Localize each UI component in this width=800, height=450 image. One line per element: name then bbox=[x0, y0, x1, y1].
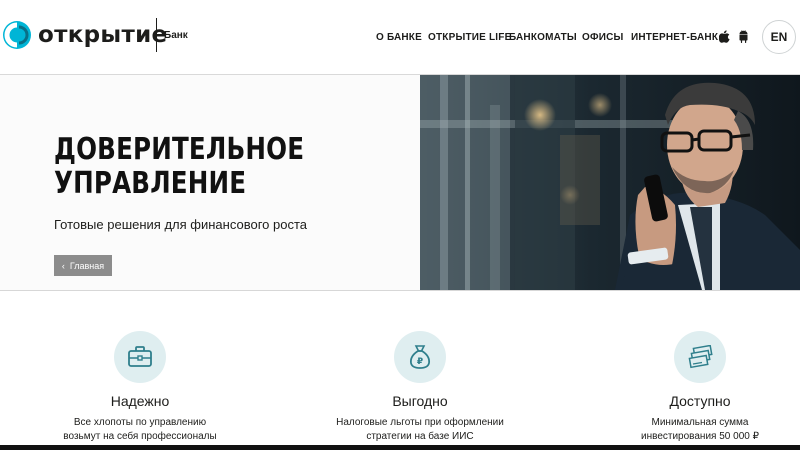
main-nav: О БАНКЕ ОТКРЫТИЕ LIFE БАНКОМАТЫ ОФИСЫ ИН… bbox=[0, 32, 800, 46]
feature-title: Надежно bbox=[110, 393, 170, 409]
hero-photo-businessman bbox=[420, 75, 800, 290]
chevron-left-icon: ‹ bbox=[61, 260, 65, 271]
site-header: открытие Банк О БАНКЕ ОТКРЫТИЕ LIFE БАНК… bbox=[0, 0, 800, 75]
apple-icon[interactable] bbox=[718, 30, 730, 48]
money-bag-icon: ₽ bbox=[394, 331, 446, 383]
svg-text:₽: ₽ bbox=[417, 357, 423, 367]
feature-description: Минимальная сумма инвестирования 50 000 … bbox=[590, 416, 800, 444]
nav-otkrytie-life[interactable]: ОТКРЫТИЕ LIFE bbox=[428, 32, 511, 43]
page-title: ДОВЕРИТЕЛЬНОЕ УПРАВЛЕНИЕ bbox=[54, 133, 349, 201]
feature-description-line: Налоговые льготы при оформлении bbox=[336, 417, 504, 428]
language-switch-button[interactable]: EN bbox=[762, 20, 796, 54]
bottom-edge-bar bbox=[0, 445, 800, 450]
feature-description-line: возьмут на себя профессионалы bbox=[63, 431, 217, 442]
page-title-line-2: УПРАВЛЕНИЕ bbox=[54, 166, 247, 201]
feature-description-line: Минимальная сумма bbox=[651, 417, 749, 428]
back-to-main-button[interactable]: ‹ Главная bbox=[54, 255, 112, 276]
feature-title: Выгодно bbox=[392, 393, 448, 409]
briefcase-icon bbox=[114, 331, 166, 383]
money-stack-icon bbox=[674, 331, 726, 383]
nav-about-bank[interactable]: О БАНКЕ bbox=[376, 32, 422, 43]
feature-title: Доступно bbox=[669, 393, 731, 409]
hero-banner: ДОВЕРИТЕЛЬНОЕ УПРАВЛЕНИЕ Готовые решения… bbox=[0, 75, 800, 291]
back-button-label: Главная bbox=[69, 260, 105, 271]
android-icon[interactable] bbox=[738, 30, 749, 48]
hero-subtitle: Готовые решения для финансового роста bbox=[54, 217, 307, 232]
nav-internet-bank[interactable]: ИНТЕРНЕТ-БАНК bbox=[631, 32, 718, 43]
feature-description-line: инвестирования 50 000 ₽ bbox=[641, 431, 759, 442]
feature-description-line: Все хлопоты по управлению bbox=[73, 417, 207, 428]
feature-description: Налоговые льготы при оформлении стратеги… bbox=[310, 416, 530, 444]
nav-offices[interactable]: ОФИСЫ bbox=[582, 32, 624, 43]
feature-description: Все хлопоты по управлению возьмут на себ… bbox=[30, 416, 250, 444]
nav-atms[interactable]: БАНКОМАТЫ bbox=[509, 32, 577, 43]
page-title-line-1: ДОВЕРИТЕЛЬНОЕ bbox=[54, 132, 305, 167]
hero-text-panel: ДОВЕРИТЕЛЬНОЕ УПРАВЛЕНИЕ Готовые решения… bbox=[0, 75, 420, 290]
feature-description-line: стратегии на базе ИИС bbox=[366, 431, 474, 442]
features-section: Надежно Все хлопоты по управлению возьму… bbox=[0, 291, 800, 450]
